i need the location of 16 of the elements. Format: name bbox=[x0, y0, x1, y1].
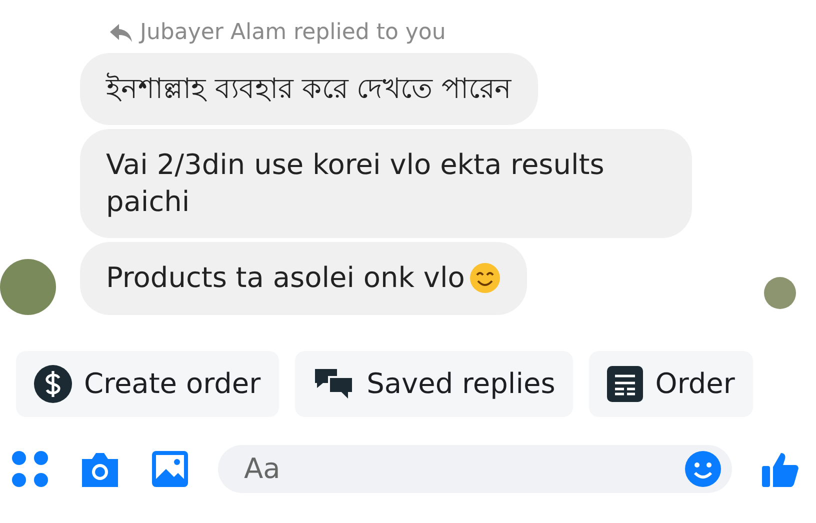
list-icon bbox=[607, 366, 644, 402]
composer-bar[interactable]: Aa bbox=[218, 444, 732, 493]
reply-arrow-icon bbox=[110, 24, 132, 42]
reply-notice: Jubayer Alam replied to you bbox=[140, 20, 446, 45]
message-bubble: Products ta asolei onk vlo bbox=[80, 242, 527, 315]
smiling-face-icon bbox=[468, 262, 501, 294]
quick-reply-button[interactable]: Create order bbox=[16, 350, 279, 417]
message-bubble: Vai 2/3din use korei vlo ekta results paichi bbox=[80, 129, 692, 238]
image-icon[interactable] bbox=[150, 448, 190, 489]
message-input-field[interactable]: Aa bbox=[242, 451, 684, 486]
quick-reply-button[interactable]: Saved replies bbox=[294, 350, 574, 417]
quick-reply-button[interactable]: Order bbox=[589, 350, 753, 417]
smiley-icon[interactable] bbox=[684, 450, 722, 488]
apps-icon[interactable] bbox=[10, 448, 50, 489]
message-bubble: ইনশাল্লাহ ব্যবহার করে দেখতে পারেন bbox=[80, 53, 538, 126]
dollar-icon bbox=[34, 364, 72, 403]
